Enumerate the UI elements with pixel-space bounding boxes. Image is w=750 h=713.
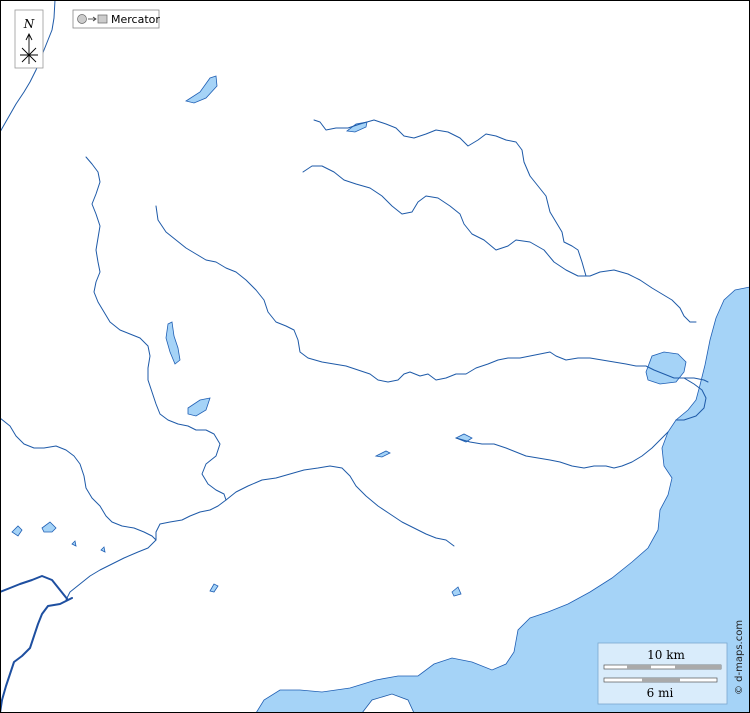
river-east-tributary	[455, 431, 669, 469]
lake-southwest-1	[11, 525, 23, 537]
river-main-central	[155, 205, 709, 383]
lake-west-small	[187, 397, 211, 417]
lake-south-2	[451, 586, 462, 597]
compass-north-label: N	[23, 17, 35, 31]
river-south-confluence	[225, 465, 455, 547]
river-west-branch	[0, 417, 157, 541]
river-north-lower	[302, 165, 697, 323]
boundary-southwest	[0, 575, 73, 713]
lake-southwest-2	[41, 521, 57, 533]
compass-rose: N	[14, 9, 44, 69]
lake-north	[185, 75, 218, 104]
projection-label: Mercator	[111, 13, 160, 26]
lake-estuary	[645, 351, 687, 385]
scale-mi-label: 6 mi	[647, 686, 674, 700]
scale-mi-bar	[603, 677, 718, 683]
river-north-upper	[313, 119, 587, 277]
lake-southwest-4	[100, 546, 106, 553]
lake-central	[374, 450, 391, 458]
lake-south-1	[209, 583, 219, 593]
lake-southwest-3	[71, 540, 77, 547]
credit-label: © d-maps.com	[734, 620, 745, 695]
scale-km-bar	[603, 664, 722, 670]
scale-bar: 10 km 6 mi	[597, 642, 728, 705]
projection-badge: Mercator	[72, 9, 160, 29]
river-south-main	[65, 499, 227, 601]
scale-km-label: 10 km	[647, 648, 685, 662]
lake-long-west	[165, 321, 181, 365]
map-canvas: N Mercator 10 km 6 mi © d-maps.com	[0, 0, 750, 713]
